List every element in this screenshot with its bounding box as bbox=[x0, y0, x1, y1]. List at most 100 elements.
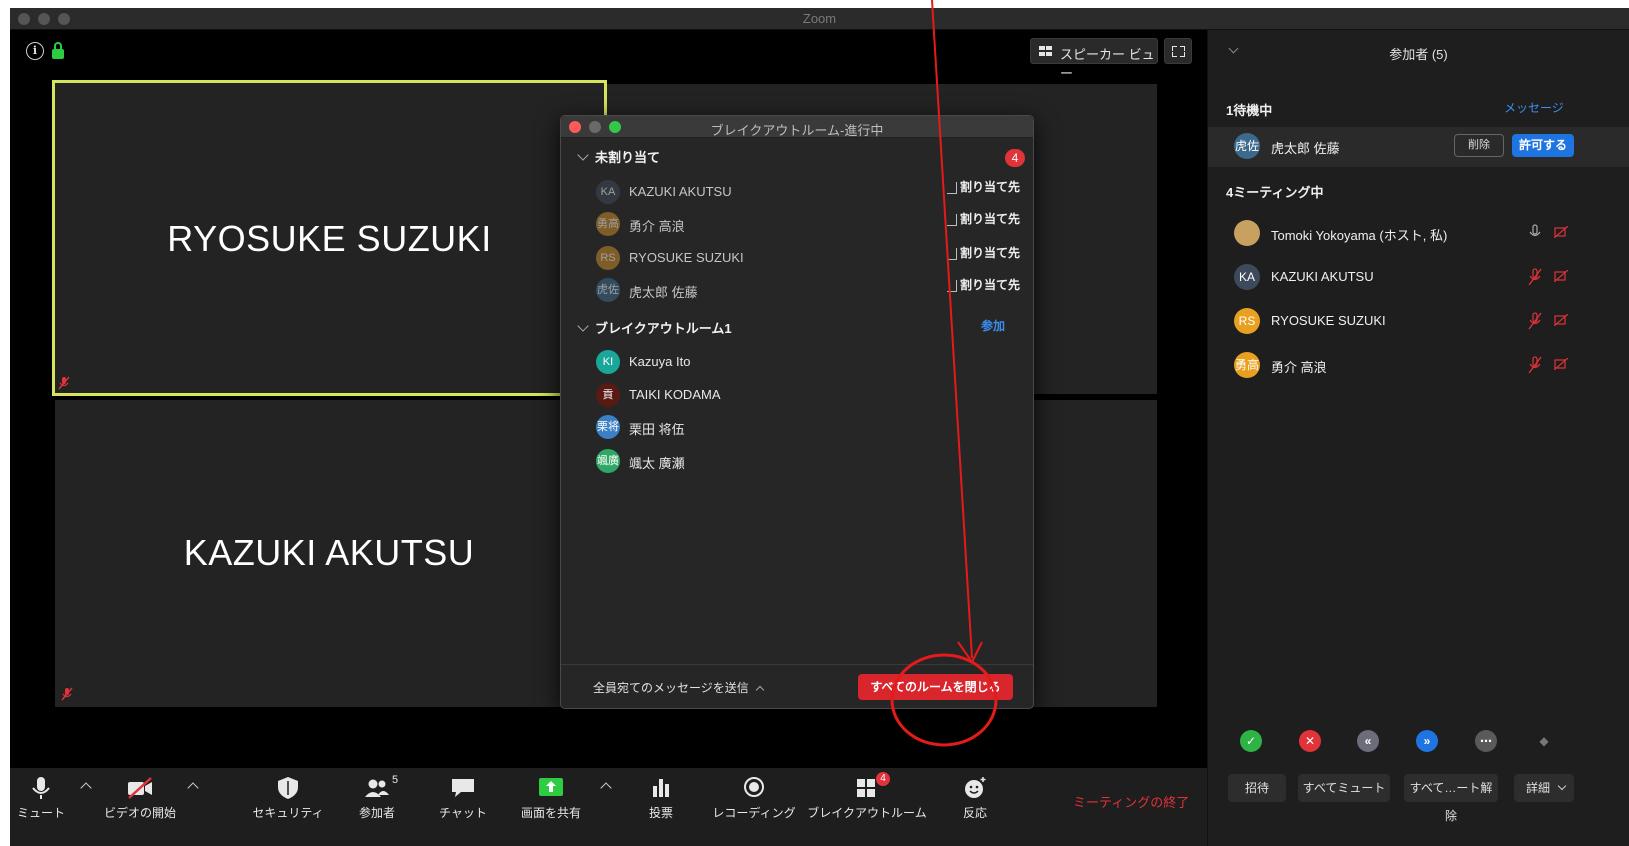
start-video-button[interactable]: ビデオの開始 bbox=[98, 768, 182, 846]
broadcast-message-button[interactable]: 全員宛てのメッセージを送信 bbox=[593, 679, 765, 696]
participant-name: Kazuya Ito bbox=[629, 354, 691, 369]
participant-name: 虎太郎 佐藤 bbox=[1271, 141, 1340, 156]
info-icon[interactable]: i bbox=[26, 42, 44, 60]
mic-muted-icon[interactable] bbox=[1528, 356, 1542, 374]
assign-to-button[interactable]: 割り当て先 bbox=[946, 276, 1020, 293]
end-meeting-button[interactable]: ミーティングの終了 bbox=[1073, 792, 1189, 811]
breakout-rooms-button[interactable]: 4 ブレイクアウトルーム bbox=[804, 768, 930, 846]
assign-to-button[interactable]: 割り当て先 bbox=[946, 210, 1020, 227]
avatar: KI bbox=[596, 350, 620, 374]
participant-row[interactable]: Tomoki Yokoyama (ホスト, 私) bbox=[1234, 220, 1629, 248]
video-off-icon[interactable] bbox=[1554, 226, 1570, 238]
avatar: KA bbox=[1234, 264, 1260, 290]
chat-label: チャット bbox=[439, 806, 487, 820]
participant-row[interactable]: RS RYOSUKE SUZUKI bbox=[1234, 308, 1629, 336]
join-room-button[interactable]: 参加 bbox=[981, 317, 1005, 334]
window-title: Zoom bbox=[802, 11, 837, 26]
yes-reaction-icon[interactable]: ✓ bbox=[1240, 730, 1262, 752]
participant-name: 勇介 高浪 bbox=[1271, 360, 1327, 375]
clear-reactions-icon[interactable]: ◆ bbox=[1533, 730, 1555, 752]
video-options-caret[interactable] bbox=[187, 782, 199, 794]
room1-section-header[interactable]: ブレイクアウトルーム1 bbox=[577, 318, 732, 337]
video-tile-active-speaker[interactable]: RYOSUKE SUZUKI bbox=[52, 80, 607, 396]
participant-name: KAZUKI AKUTSU bbox=[629, 184, 732, 199]
assign-to-button[interactable]: 割り当て先 bbox=[946, 244, 1020, 261]
reactions-button[interactable]: 反応 bbox=[944, 768, 1006, 846]
more-reactions-icon[interactable]: ⋯ bbox=[1475, 730, 1497, 752]
chat-button[interactable]: チャット bbox=[428, 768, 498, 846]
record-icon bbox=[744, 777, 764, 797]
participant-name: 虎太郎 佐藤 bbox=[629, 285, 698, 300]
video-off-icon[interactable] bbox=[1554, 314, 1570, 326]
title-bar: Zoom bbox=[10, 8, 1629, 30]
meeting-toolbar: ミュート ビデオの開始 セキュリティ 5 参加者 チャット 画面を共有 投票 レ… bbox=[10, 768, 1207, 846]
chevron-down-icon bbox=[1558, 781, 1567, 791]
speaker-view-button[interactable]: スピーカー ビュー bbox=[1030, 38, 1158, 81]
breakout-rooms-label: ブレイクアウトルーム bbox=[807, 806, 927, 820]
reactions-label: 反応 bbox=[962, 806, 987, 820]
chevron-down-icon bbox=[577, 320, 589, 332]
participants-icon bbox=[365, 779, 389, 797]
microphone-icon bbox=[32, 777, 50, 799]
participant-name: KAZUKI AKUTSU bbox=[1271, 269, 1374, 284]
video-off-icon[interactable] bbox=[1554, 358, 1570, 370]
room-participant: KI Kazuya Ito bbox=[596, 350, 1026, 374]
poll-button[interactable]: 投票 bbox=[628, 768, 694, 846]
room-participant: 颯廣 颯太 廣瀬 bbox=[596, 449, 1026, 473]
microphone-icon[interactable] bbox=[1528, 224, 1542, 242]
poll-icon bbox=[653, 779, 669, 797]
avatar: 勇高 bbox=[1234, 352, 1260, 378]
avatar: 虎佐 bbox=[1234, 133, 1260, 159]
assign-to-button[interactable]: 割り当て先 bbox=[946, 178, 1020, 195]
security-button[interactable]: セキュリティ bbox=[246, 768, 330, 846]
tile-name: KAZUKI AKUTSU bbox=[183, 532, 475, 573]
avatar bbox=[1234, 220, 1260, 246]
no-reaction-icon[interactable]: ✕ bbox=[1299, 730, 1321, 752]
avatar: 颯廣 bbox=[596, 449, 620, 473]
unassigned-participant: 勇高 勇介 高浪 割り当て先 bbox=[596, 212, 1026, 236]
slower-reaction-icon[interactable]: « bbox=[1357, 730, 1379, 752]
speaker-view-label: スピーカー ビュー bbox=[1060, 47, 1155, 81]
unmute-all-button[interactable]: すべて…ート解除 bbox=[1404, 774, 1498, 823]
lock-icon[interactable] bbox=[52, 42, 64, 59]
share-screen-button[interactable]: 画面を共有 bbox=[512, 768, 590, 846]
nonverbal-reactions-bar: ✓ ✕ « » ⋯ ◆ bbox=[1208, 724, 1629, 758]
audio-options-caret[interactable] bbox=[80, 782, 92, 794]
fullscreen-button[interactable] bbox=[1164, 38, 1192, 64]
close-all-rooms-button[interactable]: すべてのルームを閉じる bbox=[858, 674, 1013, 700]
video-off-icon[interactable] bbox=[1554, 270, 1570, 282]
share-options-caret[interactable] bbox=[600, 782, 612, 794]
mute-all-button[interactable]: すべてミュート bbox=[1298, 774, 1390, 802]
video-tile[interactable]: KAZUKI AKUTSU bbox=[55, 400, 603, 707]
chat-icon bbox=[452, 779, 474, 797]
participant-row[interactable]: 勇高 勇介 高浪 bbox=[1234, 352, 1629, 380]
unassigned-section-header[interactable]: 未割り当て bbox=[577, 147, 660, 166]
mute-button[interactable]: ミュート bbox=[10, 768, 72, 846]
waiting-participant-row[interactable]: 虎佐 虎太郎 佐藤 削除 許可する bbox=[1208, 127, 1629, 167]
broadcast-label: 全員宛てのメッセージを送信 bbox=[593, 681, 749, 695]
participant-row[interactable]: KA KAZUKI AKUTSU bbox=[1234, 264, 1629, 292]
breakout-rooms-dialog: ブレイクアウトルーム-進行中 未割り当て 4 KA KAZUKI AKUTSU … bbox=[560, 115, 1034, 709]
invite-button[interactable]: 招待 bbox=[1228, 774, 1286, 802]
mic-muted-icon[interactable] bbox=[1528, 312, 1542, 330]
avatar: 虎佐 bbox=[596, 278, 620, 302]
poll-label: 投票 bbox=[648, 806, 673, 820]
remove-button[interactable]: 削除 bbox=[1454, 134, 1504, 157]
record-button[interactable]: レコーディング bbox=[710, 768, 798, 846]
chevron-down-icon bbox=[577, 149, 589, 161]
unassigned-participant: KA KAZUKI AKUTSU 割り当て先 bbox=[596, 180, 1026, 204]
participants-button[interactable]: 5 参加者 bbox=[342, 768, 412, 846]
room-participant: 栗将 栗田 将伍 bbox=[596, 415, 1026, 439]
assign-icon bbox=[946, 280, 957, 292]
mic-muted-icon[interactable] bbox=[1528, 268, 1542, 286]
more-button[interactable]: 詳細 bbox=[1514, 774, 1574, 802]
message-waiting-link[interactable]: メッセージ bbox=[1504, 99, 1564, 116]
mute-label: ミュート bbox=[16, 806, 65, 820]
assign-label: 割り当て先 bbox=[959, 180, 1020, 194]
grid-icon bbox=[1039, 46, 1052, 57]
breakout-badge: 4 bbox=[876, 772, 890, 786]
dialog-footer: 全員宛てのメッセージを送信 すべてのルームを閉じる bbox=[561, 664, 1033, 708]
admit-button[interactable]: 許可する bbox=[1512, 134, 1574, 157]
avatar: KA bbox=[596, 180, 620, 204]
faster-reaction-icon[interactable]: » bbox=[1416, 730, 1438, 752]
